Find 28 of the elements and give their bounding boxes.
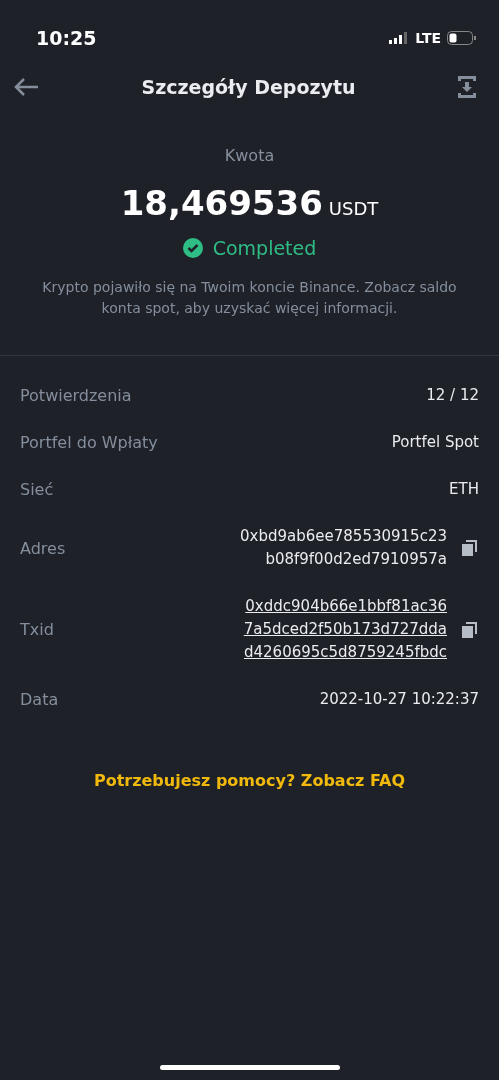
copy-icon[interactable] <box>461 538 479 558</box>
download-icon[interactable] <box>457 75 477 99</box>
detail-value: ETH <box>449 479 479 500</box>
back-arrow-icon[interactable] <box>14 78 40 96</box>
signal-icon <box>389 32 410 44</box>
amount-label: Kwota <box>224 146 275 165</box>
status-time: 10:25 <box>36 27 97 49</box>
detail-value: 2022-10-27 10:22:37 <box>319 689 479 710</box>
battery-icon <box>447 31 477 45</box>
copy-icon[interactable] <box>461 619 479 640</box>
currency-label: USDT <box>328 198 379 219</box>
network-label: LTE <box>415 30 441 46</box>
page-title: Szczegóły Depozytu <box>141 76 356 98</box>
description-text: Krypto pojawiło się na Twoim koncie Binance. Zobacz saldo konta spot, aby uzyskać więcej informacji. <box>41 278 458 318</box>
detail-value: 0xbd9ab6ee785530915c23 b08f9f00d2ed7910957a <box>240 526 447 570</box>
detail-label: Adres <box>20 538 66 558</box>
detail-label: Sieć <box>20 480 54 499</box>
detail-value: Portfel Spot <box>391 432 479 453</box>
detail-label: Data <box>20 690 59 709</box>
faq-link[interactable]: Potrzebujesz pomocy? Zobacz FAQ <box>0 771 499 790</box>
detail-value: 12 / 12 <box>426 385 479 406</box>
check-circle-icon <box>182 238 203 258</box>
amount-value: 18,469536 <box>120 183 323 223</box>
detail-label: Portfel do Wpłaty <box>20 433 158 452</box>
txid-link[interactable]: 0xddc904b66e1bbf81ac36 7a5dced2f50b173d727dda d4260695c5d8759245fbdc <box>243 595 447 664</box>
status-text: Completed <box>212 237 317 259</box>
detail-label: Txid <box>20 620 54 639</box>
detail-label: Potwierdzenia <box>20 386 132 405</box>
